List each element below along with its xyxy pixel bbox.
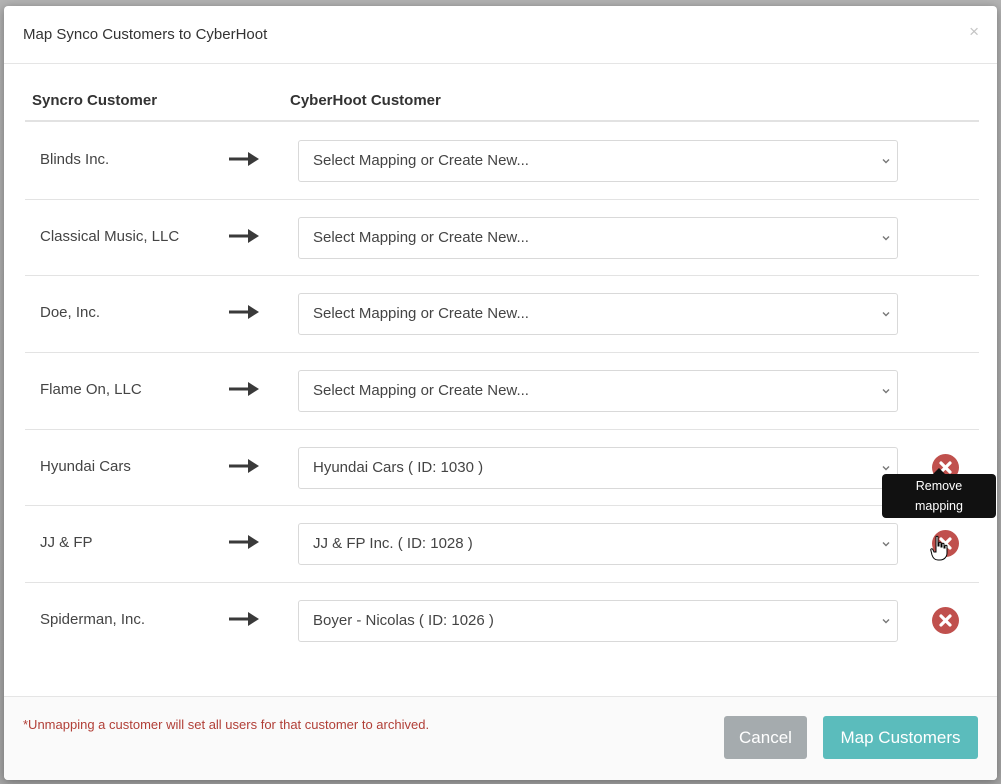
syncro-customer-header: Syncro Customer [32,92,158,109]
arrow-right-icon [229,458,259,473]
select-value: Select Mapping or Create New... [313,228,529,246]
hand-pointer-icon [930,535,948,561]
mapping-row: JJ & FP JJ & FP Inc. ( ID: 1028 ) [25,506,979,584]
mapping-row: Spiderman, Inc. Boyer - Nicolas ( ID: 102… [25,583,979,660]
map-customers-button[interactable]: Map Customers [823,716,978,759]
chevron-down-icon [882,235,890,241]
chevron-down-icon [882,542,890,547]
mapping-list: Blinds Inc. Select Mapping or Create New.… [25,123,979,660]
remove-mapping-button[interactable] [932,607,959,635]
syncro-customer-name: Spiderman, Inc. [40,611,146,629]
arrow-right-icon [229,382,259,397]
mapping-row: Flame On, LLC Select Mapping or Create Ne… [25,353,979,430]
select-value: Select Mapping or Create New... [313,152,529,169]
arrow-right-icon [229,152,259,166]
modal-footer: *Unmapping a customer will set all users… [4,696,997,780]
cyberhoot-customer-header: CyberHoot Customer [290,92,441,109]
chevron-down-icon [882,159,890,164]
close-button[interactable]: × [969,22,979,42]
unmapping-warning: *Unmapping a customer will set all users… [23,717,430,732]
syncro-customer-name: Flame On, LLC [40,381,142,399]
select-value: Select Mapping or Create New... [313,305,529,323]
remove-mapping-tooltip: Remove mapping [882,468,996,518]
cyberhoot-customer-select[interactable]: Select Mapping or Create New... [298,140,898,182]
cyberhoot-customer-select[interactable]: JJ & FP Inc. ( ID: 1028 ) [298,523,898,566]
select-value: Boyer - Nicolas ( ID: 1026 ) [313,612,494,630]
mapping-row: Doe, Inc. Select Mapping or Create New... [25,276,979,354]
column-headers: Syncro Customer CyberHoot Customer [25,90,979,122]
arrow-right-icon [229,228,259,243]
cyberhoot-customer-select[interactable]: Select Mapping or Create New... [298,293,898,336]
select-value: JJ & FP Inc. ( ID: 1028 ) [313,535,473,553]
cyberhoot-customer-select[interactable]: Hyundai Cars ( ID: 1030 ) [298,446,898,489]
syncro-customer-name: Classical Music, LLC [40,227,180,245]
arrow-right-icon [229,535,259,550]
cyberhoot-customer-select[interactable]: Select Mapping or Create New... [298,216,898,259]
arrow-right-icon [229,612,259,627]
chevron-down-icon [882,465,890,471]
syncro-customer-name: JJ & FP [40,534,93,552]
cyberhoot-customer-select[interactable]: Select Mapping or Create New... [298,370,898,413]
modal-title: Map Synco Customers to CyberHoot [23,26,268,43]
mapping-row: Classical Music, LLC Select Mapping or Cr… [25,200,979,277]
tooltip-line-1: Remove [915,479,963,493]
chevron-down-icon [882,619,890,624]
mapping-row: Hyundai Cars Hyundai Cars ( ID: 1030 ) [25,430,979,507]
syncro-customer-name: Hyundai Cars [40,457,131,475]
chevron-down-icon [882,389,890,394]
remove-circle-icon [939,614,952,627]
select-value: Select Mapping or Create New... [313,382,529,400]
syncro-customer-name: Doe, Inc. [40,304,101,322]
syncro-customer-name: Blinds Inc. [40,151,110,168]
cyberhoot-customer-select[interactable]: Boyer - Nicolas ( ID: 1026 ) [298,600,898,643]
cancel-button[interactable]: Cancel [724,716,807,759]
mapping-row: Blinds Inc. Select Mapping or Create New.… [25,123,979,200]
modal-header: Map Synco Customers to CyberHoot × [4,6,997,64]
tooltip-line-2: mapping [915,499,963,513]
chevron-down-icon [882,312,890,317]
select-value: Hyundai Cars ( ID: 1030 ) [313,458,484,476]
map-customers-modal: Map Synco Customers to CyberHoot × Syncr… [4,6,997,780]
arrow-right-icon [229,305,259,320]
